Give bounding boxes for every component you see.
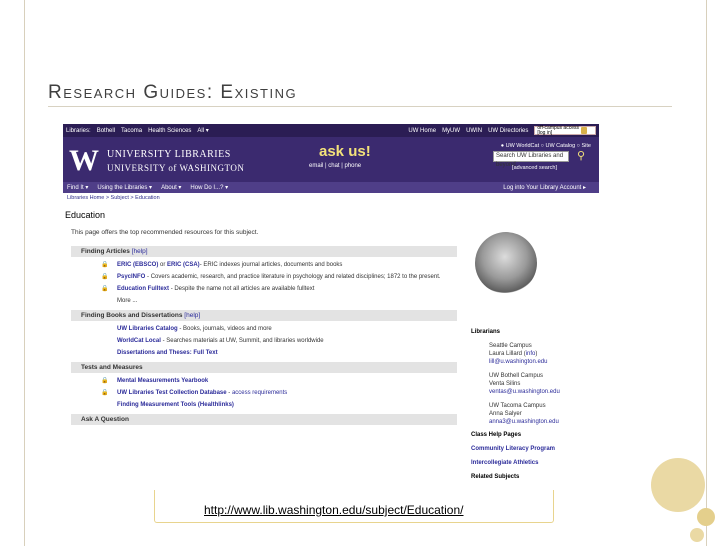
librarians-heading: Librarians	[471, 329, 501, 335]
link-uw-home[interactable]: UW Home	[408, 128, 436, 134]
info-link[interactable]: info	[526, 351, 536, 357]
search-icon[interactable]: ⚲	[577, 149, 585, 162]
list-item: WorldCat Local - Searches materials at U…	[117, 338, 324, 344]
healthlinks-link[interactable]: Finding Measurement Tools (Healthlinks)	[117, 402, 234, 408]
eric-ebsco-link[interactable]: ERIC (EBSCO)	[117, 262, 158, 268]
section-tests-measures: Tests and Measures	[71, 362, 457, 373]
access-requirements-link[interactable]: access requirements	[232, 390, 287, 396]
list-item: 🔒 PsycINFO - Covers academic, research, …	[101, 274, 441, 280]
tacoma-contact: UW Tacoma Campus Anna Salyer anna3@u.was…	[471, 402, 599, 426]
section-title: Ask A Question	[81, 416, 129, 423]
lock-icon: 🔒	[101, 390, 109, 396]
section-finding-articles: Finding Articles [help]	[71, 246, 457, 257]
breadcrumb[interactable]: Libraries Home > Subject > Education	[63, 193, 599, 203]
ask-us-title[interactable]: ask us!	[319, 143, 371, 160]
nav-about[interactable]: About ▾	[161, 184, 181, 191]
seattle-email[interactable]: lill@u.washington.edu	[489, 358, 599, 366]
libraries-label: Libraries:	[66, 127, 91, 134]
bothell-email[interactable]: ventas@u.washington.edu	[489, 388, 599, 396]
lock-icon: 🔒	[101, 274, 109, 280]
slide-title: Research Guides: Existing	[48, 82, 298, 103]
left-border-line	[24, 0, 25, 546]
top-strip: Libraries: Bothell Tacoma Health Science…	[63, 124, 599, 137]
class-help-link[interactable]: Class Help Pages	[471, 431, 599, 439]
help-link[interactable]: [help]	[184, 312, 200, 319]
dissertations-link[interactable]: Dissertations and Theses: Full Text	[117, 350, 218, 356]
logo-line-1: UNIVERSITY LIBRARIES	[107, 149, 231, 160]
off-campus-access-box[interactable]: off-campus access [log in]	[534, 125, 596, 136]
test-collection-link[interactable]: UW Libraries Test Collection Database	[117, 390, 227, 396]
uw-catalog-link[interactable]: UW Libraries Catalog	[117, 326, 178, 332]
list-item: 🔒 ERIC (EBSCO) or ERIC (CSA)- ERIC index…	[101, 262, 343, 268]
section-title: Finding Books and Dissertations	[81, 312, 183, 319]
title-rule	[48, 106, 672, 107]
section-finding-books: Finding Books and Dissertations [help]	[71, 310, 457, 321]
more-link[interactable]: More ...	[71, 293, 457, 310]
education-fulltext-link[interactable]: Education Fulltext	[117, 286, 169, 292]
related-subjects-heading: Related Subjects	[471, 474, 520, 480]
help-link[interactable]: [help]	[132, 248, 148, 255]
section-title: Finding Articles	[81, 248, 130, 255]
athletics-link[interactable]: Intercollegiate Athletics	[471, 459, 599, 467]
worldcat-local-link[interactable]: WorldCat Local	[117, 338, 161, 344]
mmy-link[interactable]: Mental Measurements Yearbook	[117, 378, 208, 384]
link-bothell[interactable]: Bothell	[97, 128, 115, 134]
lock-icon: 🔒	[101, 286, 109, 292]
resources-column: Finding Articles [help] 🔒 ERIC (EBSCO) o…	[71, 246, 457, 425]
link-tacoma[interactable]: Tacoma	[121, 128, 142, 134]
nav-bar: Find It ▾ Using the Libraries ▾ About ▾ …	[63, 182, 599, 193]
section-title: Tests and Measures	[81, 364, 143, 371]
link-myuw[interactable]: MyUW	[442, 128, 460, 134]
lock-icon: 🔒	[101, 262, 109, 268]
link-all[interactable]: All ▾	[197, 127, 208, 134]
psycinfo-link[interactable]: PsycINFO	[117, 274, 145, 280]
list-item: Finding Measurement Tools (Healthlinks)	[71, 397, 457, 414]
sidebar: Librarians Seattle Campus Laura Lillard …	[471, 328, 599, 481]
lock-icon	[581, 127, 587, 134]
nav-using-libraries[interactable]: Using the Libraries ▾	[97, 184, 152, 191]
link-health-sciences[interactable]: Health Sciences	[148, 128, 191, 134]
section-ask-question[interactable]: Ask A Question	[71, 414, 457, 425]
link-uwin[interactable]: UWIN	[466, 128, 482, 134]
nav-find-it[interactable]: Find It ▾	[67, 184, 88, 191]
decor-circle-small	[697, 508, 715, 526]
lock-icon: 🔒	[101, 378, 109, 384]
tacoma-email[interactable]: anna3@u.washington.edu	[489, 418, 599, 426]
list-item: 🔒 UW Libraries Test Collection Database …	[101, 390, 288, 396]
header-banner: W UNIVERSITY LIBRARIES UNIVERSITY of WAS…	[63, 137, 599, 182]
advanced-search-link[interactable]: [advanced search]	[512, 165, 557, 171]
ask-us-links[interactable]: email | chat | phone	[309, 163, 361, 169]
bothell-contact: UW Bothell Campus Venta Silins ventas@u.…	[471, 372, 599, 396]
link-uw-directories[interactable]: UW Directories	[488, 128, 528, 134]
list-item: 🔒 Mental Measurements Yearbook	[71, 373, 457, 385]
login-link[interactable]: [log in]	[537, 130, 579, 136]
url-link[interactable]: http://www.lib.washington.edu/subject/Ed…	[204, 503, 464, 517]
w-logo-icon[interactable]: W	[69, 146, 99, 176]
search-input[interactable]: Search UW Libraries and beyond	[493, 151, 569, 168]
schoolhouse-photo	[475, 232, 537, 294]
seattle-contact: Seattle Campus Laura Lillard (info) lill…	[471, 342, 599, 366]
nav-how-do-i[interactable]: How Do I...? ▾	[190, 184, 228, 191]
page-title: Education	[65, 210, 106, 220]
list-item: UW Libraries Catalog - Books, journals, …	[117, 326, 272, 332]
list-item: 🔒 Education Fulltext - Despite the name …	[101, 286, 315, 292]
logo-line-2: UNIVERSITY of WASHINGTON	[107, 163, 245, 173]
eric-csa-link[interactable]: ERIC (CSA)	[167, 262, 200, 268]
nav-account-login[interactable]: Log into Your Library Account ▸	[503, 184, 586, 191]
embedded-screenshot: Libraries: Bothell Tacoma Health Science…	[63, 124, 599, 500]
list-item: Dissertations and Theses: Full Text	[71, 345, 457, 362]
decor-circle-tiny	[690, 528, 704, 542]
decor-circle-large	[651, 458, 705, 512]
literacy-program-link[interactable]: Community Literacy Program	[471, 445, 599, 453]
right-border-line	[706, 0, 707, 546]
